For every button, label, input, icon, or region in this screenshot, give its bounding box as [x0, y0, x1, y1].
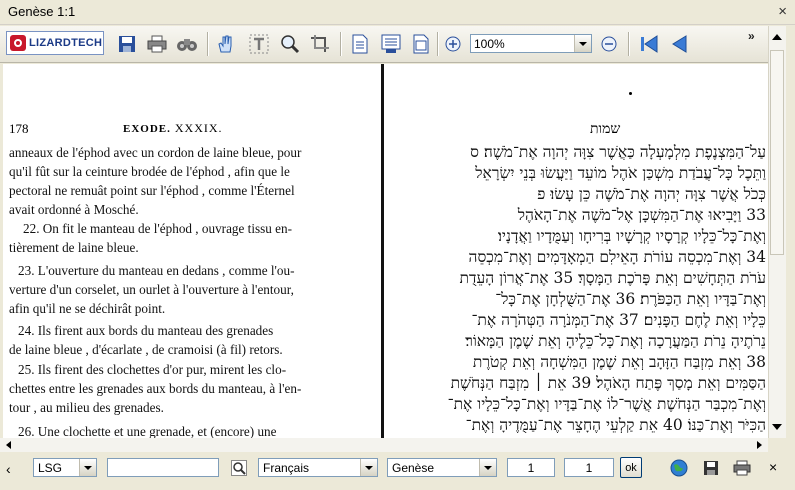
- lizardtech-logo[interactable]: LIZARDTECH: [6, 31, 104, 55]
- hebrew-line: 38 וְאֵת מִזְבַּח הַזָּהָב וְאֵת שֶׁמֶן …: [472, 353, 766, 371]
- scroll-left-icon[interactable]: [6, 441, 11, 449]
- hebrew-title: שמות: [590, 121, 621, 137]
- horizontal-scrollbar[interactable]: [0, 438, 768, 452]
- document-view[interactable]: 178 EXODE. XXXIX. anneaux de l'éphod ave…: [3, 64, 768, 438]
- chevron-down-icon[interactable]: [479, 459, 496, 476]
- hebrew-line: כְּכֹל אֲשֶׁר צִוָּה יְהוָה אֶת־מֹשֶׁה כ…: [537, 185, 766, 203]
- french-page: 178 EXODE. XXXIX. anneaux de l'éphod ave…: [3, 64, 380, 438]
- hebrew-line: נֵרֹתֶיהָ נֵרֹת הַמַּעֲרָכָה וְאֶת־כָּל־…: [465, 332, 766, 350]
- hebrew-page: שמות עַל־הַמִּצְנֶפֶת מִלְמָעְלָה כַּאֲש…: [395, 64, 768, 438]
- text-line: 22. On fit le manteau de l'éphod , ouvra…: [23, 221, 292, 236]
- print-icon[interactable]: [732, 458, 752, 478]
- window-close-button[interactable]: ×: [778, 3, 787, 20]
- vertical-scroll-thumb[interactable]: [770, 50, 784, 255]
- hebrew-line: עַל־הַמִּצְנֶפֶת מִלְמָעְלָה כַּאֲשֶׁר צ…: [470, 143, 766, 161]
- zoom-in-icon[interactable]: [442, 33, 464, 55]
- scroll-down-icon[interactable]: [772, 424, 782, 430]
- book-select[interactable]: Genèse: [387, 458, 497, 477]
- first-page-icon[interactable]: [638, 33, 660, 55]
- text-line: anneaux de l'éphod avec un cordon de lai…: [9, 145, 302, 160]
- navigation-bar: ‹ LSG Français Genèse 1 1 ok ×: [0, 452, 795, 490]
- print-icon[interactable]: [146, 33, 168, 55]
- text-line: 25. Ils firent des clochettes d'or pur, …: [18, 362, 287, 377]
- single-page-icon[interactable]: [349, 33, 371, 55]
- text-line: tièrement de laine bleue.: [9, 240, 139, 255]
- text-line: chettes entre les grenades aux bords du …: [9, 381, 302, 396]
- text-line: 23. L'ouverture du manteau en dedans , c…: [18, 263, 295, 278]
- language-select[interactable]: Français: [258, 458, 378, 477]
- verse-value: 1: [585, 461, 593, 475]
- text-line: de laine bleue , d'écarlate , de cramois…: [9, 342, 283, 357]
- page-divider: [381, 64, 384, 438]
- collapse-left-button[interactable]: ‹: [6, 461, 11, 477]
- hebrew-line: וְאֶת־בַּדָּיו וְאֵת הַכַּפֹּרֶת׃ 36 אֶת…: [495, 290, 766, 308]
- hebrew-line: כֵּלָיו וְאֵת לֶחֶם הַפָּנִים׃ 37 אֶת־הַ…: [471, 311, 767, 329]
- crop-icon[interactable]: [309, 33, 331, 55]
- lizardtech-logo-mark: [10, 35, 26, 51]
- version-value: LSG: [38, 461, 63, 475]
- hebrew-line: עֹרֹת הַתְּחָשִׁים וְאֵת פָּרֹכֶת הַמָּס…: [459, 269, 766, 287]
- text-line: verture d'un corselet, un ourlet à l'ouv…: [9, 282, 294, 297]
- toolbar-overflow-button[interactable]: »: [748, 30, 755, 42]
- hebrew-line: וְאֶת־מִכְבַּר הַנְּחֹשֶׁת אֲשֶׁר־לוֹ אֶ…: [447, 395, 766, 413]
- zoom-select[interactable]: 100%: [470, 34, 592, 53]
- text-select-icon[interactable]: [248, 33, 270, 55]
- toolbar-separator: [628, 32, 630, 56]
- chapter-field[interactable]: 1: [507, 458, 555, 477]
- verse-field[interactable]: 1: [564, 458, 614, 477]
- book-value: Genèse: [392, 461, 435, 475]
- version-select[interactable]: LSG: [33, 458, 97, 477]
- text-line: qu'il fût sur la ceinture brodée de l'ép…: [9, 164, 290, 179]
- chapter-value: 1: [527, 461, 535, 475]
- window-title: Genèse 1:1: [8, 4, 76, 19]
- hebrew-line: 34 וְאֶת־מִכְסֵה עוֹרֹת הָאֵילִם הַמְאָד…: [468, 248, 766, 266]
- logo-text: LIZARDTECH: [29, 37, 103, 49]
- ok-button[interactable]: ok: [620, 457, 642, 478]
- globe-icon[interactable]: [669, 458, 689, 478]
- hebrew-line: וַתֵּכֶל כָּל־עֲבֹדַת מִשְׁכַּן אֹהֶל מו…: [475, 164, 766, 182]
- binoculars-icon[interactable]: [176, 33, 198, 55]
- hebrew-line: וְאֶת־כָּל־כֵּלָיו קְרָסָיו קְרָשָׁיו בְ…: [497, 227, 766, 245]
- vertical-scrollbar[interactable]: [768, 26, 786, 438]
- toolbar-separator: [340, 32, 342, 56]
- hand-tool-icon[interactable]: [214, 33, 236, 55]
- toolbar-separator: [207, 32, 209, 56]
- running-head: EXODE. XXXIX.: [123, 121, 223, 136]
- scroll-right-icon[interactable]: [757, 441, 762, 449]
- chevron-down-icon[interactable]: [79, 459, 96, 476]
- page-mark: [629, 92, 632, 95]
- scrollbar-corner: [768, 438, 786, 452]
- running-head-book: EXODE.: [123, 123, 171, 135]
- chevron-down-icon[interactable]: [360, 459, 377, 476]
- search-icon[interactable]: [229, 458, 249, 478]
- text-line: avait ordonné à Mosché.: [9, 202, 139, 217]
- text-line: tour , au milieu des grenades.: [9, 400, 164, 415]
- running-head-chapter: XXXIX.: [174, 121, 223, 135]
- text-line: pectoral ne remuât point sur l'éphod , c…: [9, 183, 295, 198]
- save-icon[interactable]: [116, 33, 138, 55]
- search-input[interactable]: [107, 458, 219, 477]
- toolbar: LIZARDTECH 100% »: [0, 26, 768, 63]
- zoom-tool-icon[interactable]: [279, 33, 301, 55]
- text-line: 26. Une clochette et une grenade, et (en…: [18, 424, 277, 438]
- hebrew-line: 33 וַיָּבִיאוּ אֶת־הַמִּשְׁכָּן אֶל־מֹשֶ…: [517, 206, 766, 224]
- hebrew-line: הַכִּיֹּר וְאֶת־כַּנּוֹ׃ 40 אֵת קַלְעֵי …: [465, 416, 766, 434]
- zoom-out-icon[interactable]: [598, 33, 620, 55]
- scroll-up-icon[interactable]: [772, 34, 782, 40]
- page-number: 178: [9, 121, 29, 136]
- text-line: 24. Ils firent aux bords du manteau des …: [18, 323, 274, 338]
- title-bar: Genèse 1:1 ×: [0, 0, 795, 25]
- text-line: afin qu'il ne se déchirât point.: [9, 301, 166, 316]
- toolbar-separator: [437, 32, 439, 56]
- zoom-value: 100%: [474, 37, 505, 51]
- hebrew-line: הַסַּמִּים וְאֵת מָסַךְ פֶּתַח הָאֹהֶל׃ …: [450, 374, 766, 392]
- save-icon[interactable]: [701, 458, 721, 478]
- chevron-down-icon[interactable]: [574, 35, 591, 52]
- previous-page-icon[interactable]: [668, 33, 690, 55]
- fit-page-icon[interactable]: [410, 33, 432, 55]
- fit-width-icon[interactable]: [380, 33, 402, 55]
- close-panel-button[interactable]: ×: [769, 459, 777, 475]
- language-value: Français: [263, 461, 310, 475]
